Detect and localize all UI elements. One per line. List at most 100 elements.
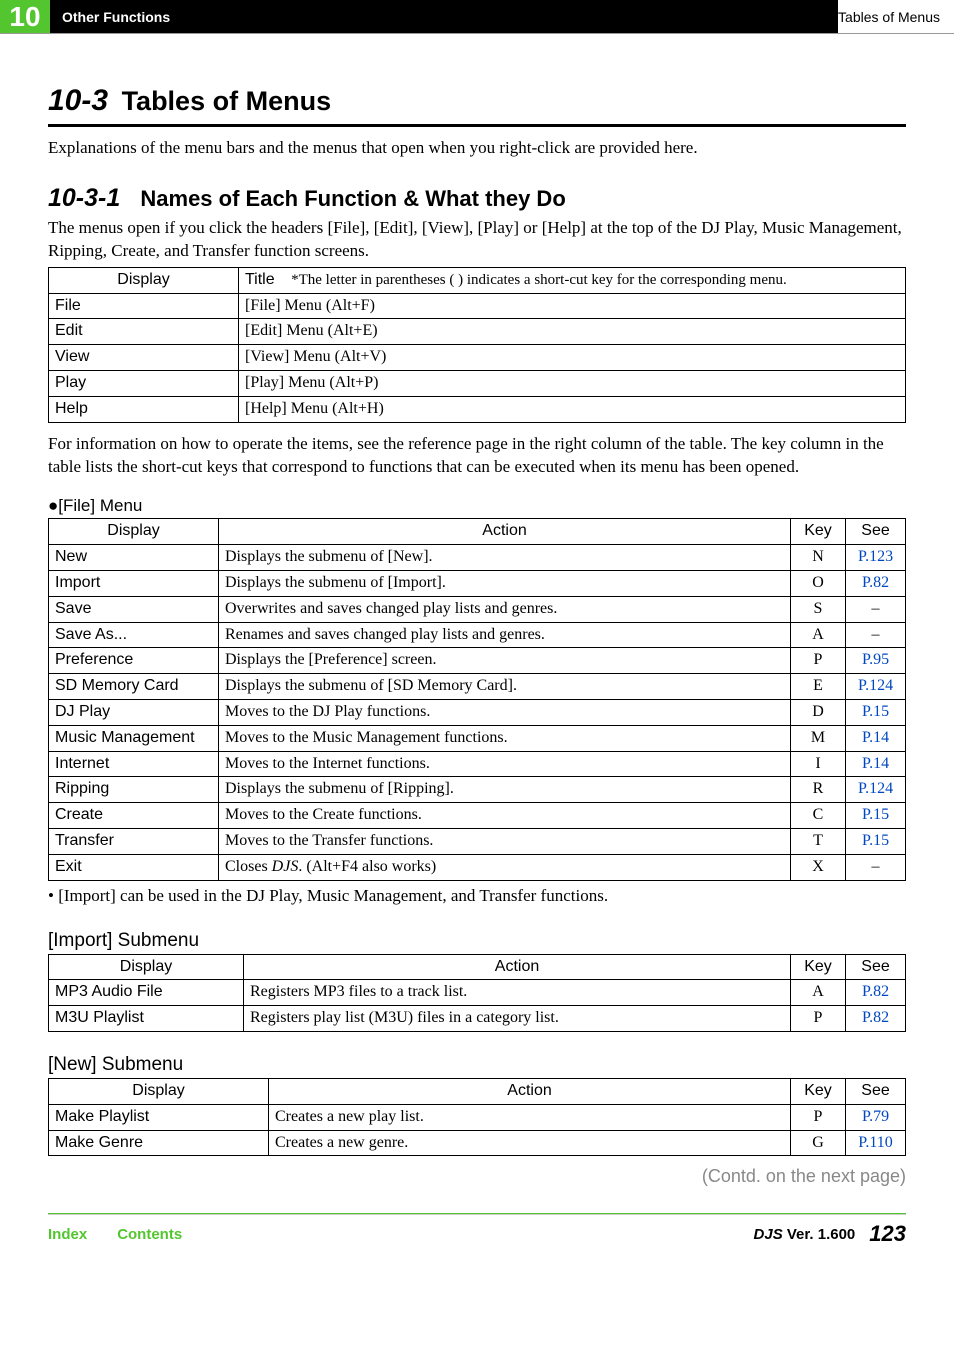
cell-see[interactable]: P.95 [846, 648, 906, 674]
cell-action: Registers MP3 files to a track list. [244, 980, 791, 1006]
section-title: Tables of Menus [122, 86, 332, 116]
new-submenu-table: Display Action Key See Make PlaylistCrea… [48, 1078, 906, 1156]
import-submenu-table: Display Action Key See MP3 Audio FileReg… [48, 954, 906, 1032]
table-row: NewDisplays the submenu of [New].NP.123 [49, 545, 906, 571]
cell-action: Moves to the Create functions. [219, 803, 791, 829]
cell-see[interactable]: P.82 [846, 571, 906, 597]
cell-display: New [49, 545, 219, 571]
cell-display: Make Playlist [49, 1104, 269, 1130]
th-key: Key [791, 519, 846, 545]
th-key: Key [791, 1078, 846, 1104]
cell-display: Exit [49, 854, 219, 880]
cell-display: Import [49, 571, 219, 597]
cell-key: O [791, 571, 846, 597]
cell-action: Overwrites and saves changed play lists … [219, 596, 791, 622]
chapter-title: Other Functions [50, 0, 838, 33]
table-row: DJ PlayMoves to the DJ Play functions.DP… [49, 700, 906, 726]
cell-see[interactable]: P.79 [846, 1104, 906, 1130]
cell-display: Edit [49, 319, 239, 345]
cell-see: – [846, 596, 906, 622]
cell-title: [Play] Menu (Alt+P) [239, 371, 906, 397]
cell-see[interactable]: P.15 [846, 803, 906, 829]
cell-display: Save [49, 596, 219, 622]
cell-action: Registers play list (M3U) files in a cat… [244, 1006, 791, 1032]
table-row: File[File] Menu (Alt+F) [49, 293, 906, 319]
table-row: M3U PlaylistRegisters play list (M3U) fi… [49, 1006, 906, 1032]
th-title: Title *The letter in parentheses ( ) ind… [239, 267, 906, 293]
new-submenu-heading: [New] Submenu [48, 1054, 906, 1076]
version-text: Ver. 1.600 [783, 1226, 856, 1243]
cell-see[interactable]: P.14 [846, 725, 906, 751]
cell-display: Create [49, 803, 219, 829]
cell-display: Music Management [49, 725, 219, 751]
cell-key: C [791, 803, 846, 829]
cell-display: SD Memory Card [49, 674, 219, 700]
table-row: SD Memory CardDisplays the submenu of [S… [49, 674, 906, 700]
subsection-lead: The menus open if you click the headers … [48, 217, 906, 263]
file-menu-table: Display Action Key See NewDisplays the s… [48, 518, 906, 880]
cell-key: S [791, 596, 846, 622]
breadcrumb: Tables of Menus [838, 0, 954, 33]
cell-see[interactable]: P.82 [846, 1006, 906, 1032]
table-row: Make PlaylistCreates a new play list.PP.… [49, 1104, 906, 1130]
cell-key: M [791, 725, 846, 751]
cell-action: Displays the submenu of [Import]. [219, 571, 791, 597]
table-row: View[View] Menu (Alt+V) [49, 345, 906, 371]
table-row: CreateMoves to the Create functions.CP.1… [49, 803, 906, 829]
cell-action: Displays the submenu of [New]. [219, 545, 791, 571]
cell-key: E [791, 674, 846, 700]
cell-see[interactable]: P.124 [846, 674, 906, 700]
cell-display: Make Genre [49, 1130, 269, 1156]
cell-action: Creates a new genre. [269, 1130, 791, 1156]
cell-action: Closes DJS. (Alt+F4 also works) [219, 854, 791, 880]
cell-key: P [791, 1104, 846, 1130]
cell-see[interactable]: P.14 [846, 751, 906, 777]
cell-action: Moves to the DJ Play functions. [219, 700, 791, 726]
index-link[interactable]: Index [48, 1226, 87, 1243]
cell-display: Internet [49, 751, 219, 777]
file-menu-note: • [Import] can be used in the DJ Play, M… [48, 885, 906, 908]
th-display: Display [49, 1078, 269, 1104]
section-number: 10-3 [48, 84, 108, 117]
th-see: See [846, 1078, 906, 1104]
table-row: SaveOverwrites and saves changed play li… [49, 596, 906, 622]
cell-see[interactable]: P.124 [846, 777, 906, 803]
cell-display: File [49, 293, 239, 319]
import-submenu-heading: [Import] Submenu [48, 930, 906, 952]
th-display: Display [49, 267, 239, 293]
cell-action: Moves to the Transfer functions. [219, 829, 791, 855]
cell-display: MP3 Audio File [49, 980, 244, 1006]
cell-action: Moves to the Internet functions. [219, 751, 791, 777]
cell-see[interactable]: P.15 [846, 700, 906, 726]
table-row: Save As...Renames and saves changed play… [49, 622, 906, 648]
cell-see[interactable]: P.123 [846, 545, 906, 571]
product-name: DJS [754, 1226, 783, 1243]
section-heading: 10-3 Tables of Menus [48, 84, 906, 127]
cell-see[interactable]: P.15 [846, 829, 906, 855]
cell-see: – [846, 622, 906, 648]
info-paragraph: For information on how to operate the it… [48, 433, 906, 479]
cell-key: G [791, 1130, 846, 1156]
section-intro: Explanations of the menu bars and the me… [48, 137, 906, 160]
cell-see: – [846, 854, 906, 880]
cell-action: Displays the submenu of [SD Memory Card]… [219, 674, 791, 700]
table-row: ExitCloses DJS. (Alt+F4 also works)X– [49, 854, 906, 880]
file-menu-heading: ●[File] Menu [48, 496, 906, 516]
contents-link[interactable]: Contents [117, 1226, 182, 1243]
cell-key: N [791, 545, 846, 571]
cell-key: T [791, 829, 846, 855]
cell-see[interactable]: P.110 [846, 1130, 906, 1156]
footer: Index Contents DJS Ver. 1.600 123 [0, 1215, 954, 1267]
cell-display: View [49, 345, 239, 371]
table-row: Edit[Edit] Menu (Alt+E) [49, 319, 906, 345]
th-see: See [846, 519, 906, 545]
th-title-label: Title [245, 271, 275, 288]
cell-see[interactable]: P.82 [846, 980, 906, 1006]
cell-display: DJ Play [49, 700, 219, 726]
cell-display: Preference [49, 648, 219, 674]
table-row: Make GenreCreates a new genre.GP.110 [49, 1130, 906, 1156]
cell-action: Renames and saves changed play lists and… [219, 622, 791, 648]
cell-action: Displays the [Preference] screen. [219, 648, 791, 674]
cell-key: P [791, 648, 846, 674]
table-row: MP3 Audio FileRegisters MP3 files to a t… [49, 980, 906, 1006]
